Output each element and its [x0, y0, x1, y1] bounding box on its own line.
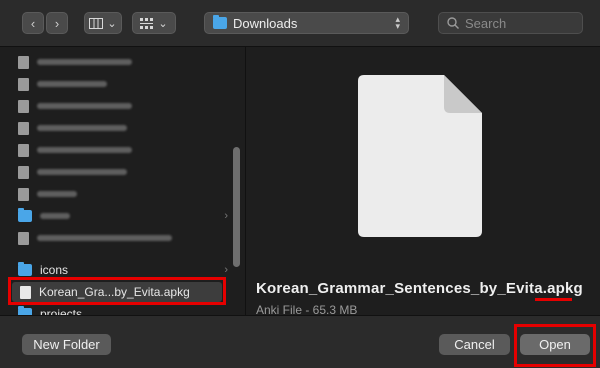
location-label: Downloads — [233, 15, 298, 31]
blurred-file-name — [37, 81, 107, 87]
blurred-file-name — [37, 235, 172, 241]
scrollbar[interactable] — [233, 147, 240, 267]
file-icon — [18, 165, 29, 179]
blurred-file-name — [40, 213, 70, 219]
file-icon — [18, 187, 29, 201]
file-icon — [18, 77, 29, 91]
location-selector[interactable]: Downloads ▴ ▾ — [204, 12, 409, 34]
group-button[interactable]: ⌄ — [132, 12, 176, 34]
cancel-button[interactable]: Cancel — [439, 334, 510, 355]
bottom-bar: New Folder Cancel Open — [0, 315, 600, 368]
view-mode-button[interactable]: ⌄ — [84, 12, 122, 34]
folder-icon — [18, 262, 32, 276]
blurred-file-name — [37, 147, 132, 153]
file-icon — [18, 99, 29, 113]
search-field[interactable] — [438, 12, 583, 34]
downloads-folder-icon — [213, 15, 227, 29]
list-item[interactable] — [18, 227, 228, 249]
column-view-icon — [89, 17, 104, 29]
file-icon — [18, 55, 29, 69]
list-item[interactable] — [18, 117, 228, 139]
list-item[interactable]: › — [18, 205, 228, 227]
document-icon — [358, 75, 482, 237]
chevron-right-icon: › — [224, 210, 228, 222]
list-item-label: icons — [40, 263, 69, 277]
blurred-file-name — [37, 191, 77, 197]
list-item[interactable] — [18, 51, 228, 73]
file-icon — [18, 121, 29, 135]
search-icon — [447, 17, 459, 29]
blurred-file-name — [37, 103, 132, 109]
list-item[interactable] — [18, 139, 228, 161]
list-item[interactable] — [18, 95, 228, 117]
file-icon — [18, 231, 29, 245]
list-item[interactable] — [18, 73, 228, 95]
highlight-box-open-button — [514, 324, 596, 367]
chevron-right-icon: › — [54, 15, 60, 31]
back-button[interactable]: ‹ — [22, 12, 44, 34]
grid-icon — [140, 17, 154, 29]
chevron-down-icon: ⌄ — [158, 17, 168, 30]
list-item[interactable] — [18, 183, 228, 205]
folder-icon — [18, 208, 32, 222]
new-folder-button[interactable]: New Folder — [22, 334, 111, 355]
list-item-label: projects — [40, 307, 83, 315]
list-item[interactable] — [18, 161, 228, 183]
toolbar: ‹ › ⌄ ⌄ Downloads ▴ ▾ — [0, 0, 600, 47]
preview-pane: Korean_Grammar_Sentences_by_Evita.apkg A… — [246, 47, 600, 317]
chevron-down-icon: ⌄ — [107, 17, 117, 30]
extension-underline — [535, 298, 572, 301]
blurred-file-name — [37, 125, 127, 131]
blurred-file-name — [37, 59, 132, 65]
forward-button[interactable]: › — [46, 12, 68, 34]
file-list: › icons › Korean_Gra...by_Evita.apkg pro… — [0, 47, 246, 315]
chevron-right-icon: › — [224, 264, 228, 276]
preview-file-name: Korean_Grammar_Sentences_by_Evita.apkg — [256, 280, 583, 297]
chevron-left-icon: ‹ — [30, 15, 36, 31]
search-input[interactable] — [465, 15, 575, 31]
blurred-file-name — [37, 169, 127, 175]
highlight-box-selected-file — [8, 277, 226, 305]
folder-icon — [18, 306, 32, 315]
updown-chevron-icon: ▴ ▾ — [395, 14, 400, 31]
file-icon — [18, 143, 29, 157]
